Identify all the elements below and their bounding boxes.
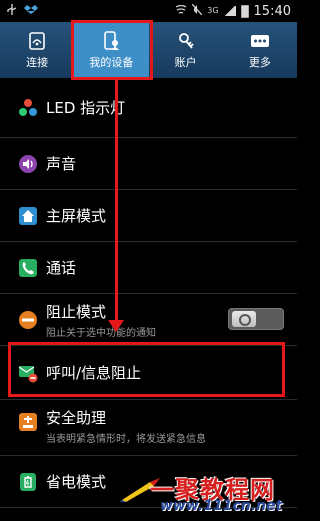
led-icon [18, 98, 38, 118]
list-item-title: 通话 [46, 259, 77, 277]
tab-my-device[interactable]: 我的设备 [74, 22, 149, 78]
sound-icon [18, 154, 38, 174]
tab-label: 更多 [248, 55, 271, 69]
account-key-icon [178, 32, 194, 49]
list-item-title: 阻止模式 [46, 303, 107, 321]
mute-icon [191, 3, 203, 18]
list-item-title: 呼叫/信息阻止 [46, 364, 142, 382]
settings-list: LED 指示灯 声音 主屏模式 通话 阻止模式 阻止关于选中功能的通知 呼叫/信… [0, 78, 297, 508]
list-item-blocking-mode[interactable]: 阻止模式 阻止关于选中功能的通知 [0, 294, 297, 346]
list-item-call[interactable]: 通话 [0, 242, 297, 294]
power-saving-icon [18, 472, 38, 492]
call-message-block-icon [18, 363, 38, 383]
tab-more[interactable]: 更多 [223, 22, 297, 78]
network-type: 3G [207, 6, 219, 15]
phone-icon [18, 258, 38, 278]
list-item-subtitle: 阻止关于选中功能的通知 [46, 328, 156, 339]
list-item-led[interactable]: LED 指示灯 [0, 78, 297, 138]
annotation-arrow-head [108, 320, 124, 332]
watermark-url: www.111cn.net [160, 498, 283, 514]
toggle-knob [232, 311, 256, 327]
my-device-icon [104, 30, 120, 50]
battery-icon [240, 4, 249, 18]
usb-icon [6, 3, 18, 19]
list-item-call-message-block[interactable]: 呼叫/信息阻止 [0, 346, 297, 400]
home-screen-icon [18, 206, 38, 226]
safety-assistance-icon [18, 412, 38, 432]
tab-account[interactable]: 账户 [149, 22, 223, 78]
list-item-title: 声音 [46, 155, 77, 173]
list-item-title: 安全助理 [46, 409, 107, 427]
tab-label: 连接 [26, 55, 49, 69]
more-icon [250, 34, 269, 47]
dropbox-icon [24, 4, 38, 19]
list-item-sound[interactable]: 声音 [0, 138, 297, 190]
tab-label: 我的设备 [89, 55, 134, 69]
watermark: 一聚教程网 www.111cn.net [120, 470, 297, 521]
connections-icon [29, 31, 45, 50]
clock: 15:40 [253, 3, 291, 19]
list-item-title: LED 指示灯 [46, 99, 126, 117]
status-left [6, 3, 38, 19]
status-right: 3G 15:40 [175, 4, 291, 19]
list-item-subtitle: 当表明紧急情形时，将发送紧急信息 [46, 434, 206, 445]
settings-tab-bar: 连接 我的设备 账户 更多 [0, 22, 297, 78]
list-item-title: 主屏模式 [46, 207, 107, 225]
list-item-title: 省电模式 [46, 473, 107, 491]
nfc-icon [175, 4, 187, 18]
tab-label: 账户 [174, 55, 197, 69]
blocking-mode-toggle[interactable] [228, 308, 284, 330]
signal-icon [223, 6, 236, 16]
tab-connections[interactable]: 连接 [0, 22, 74, 78]
status-bar: 3G 15:40 [0, 0, 297, 22]
block-mode-icon [18, 310, 38, 330]
list-item-home-screen[interactable]: 主屏模式 [0, 190, 297, 242]
annotation-arrow-line [115, 79, 118, 323]
list-item-safety-assistance[interactable]: 安全助理 当表明紧急情形时，将发送紧急信息 [0, 400, 297, 456]
